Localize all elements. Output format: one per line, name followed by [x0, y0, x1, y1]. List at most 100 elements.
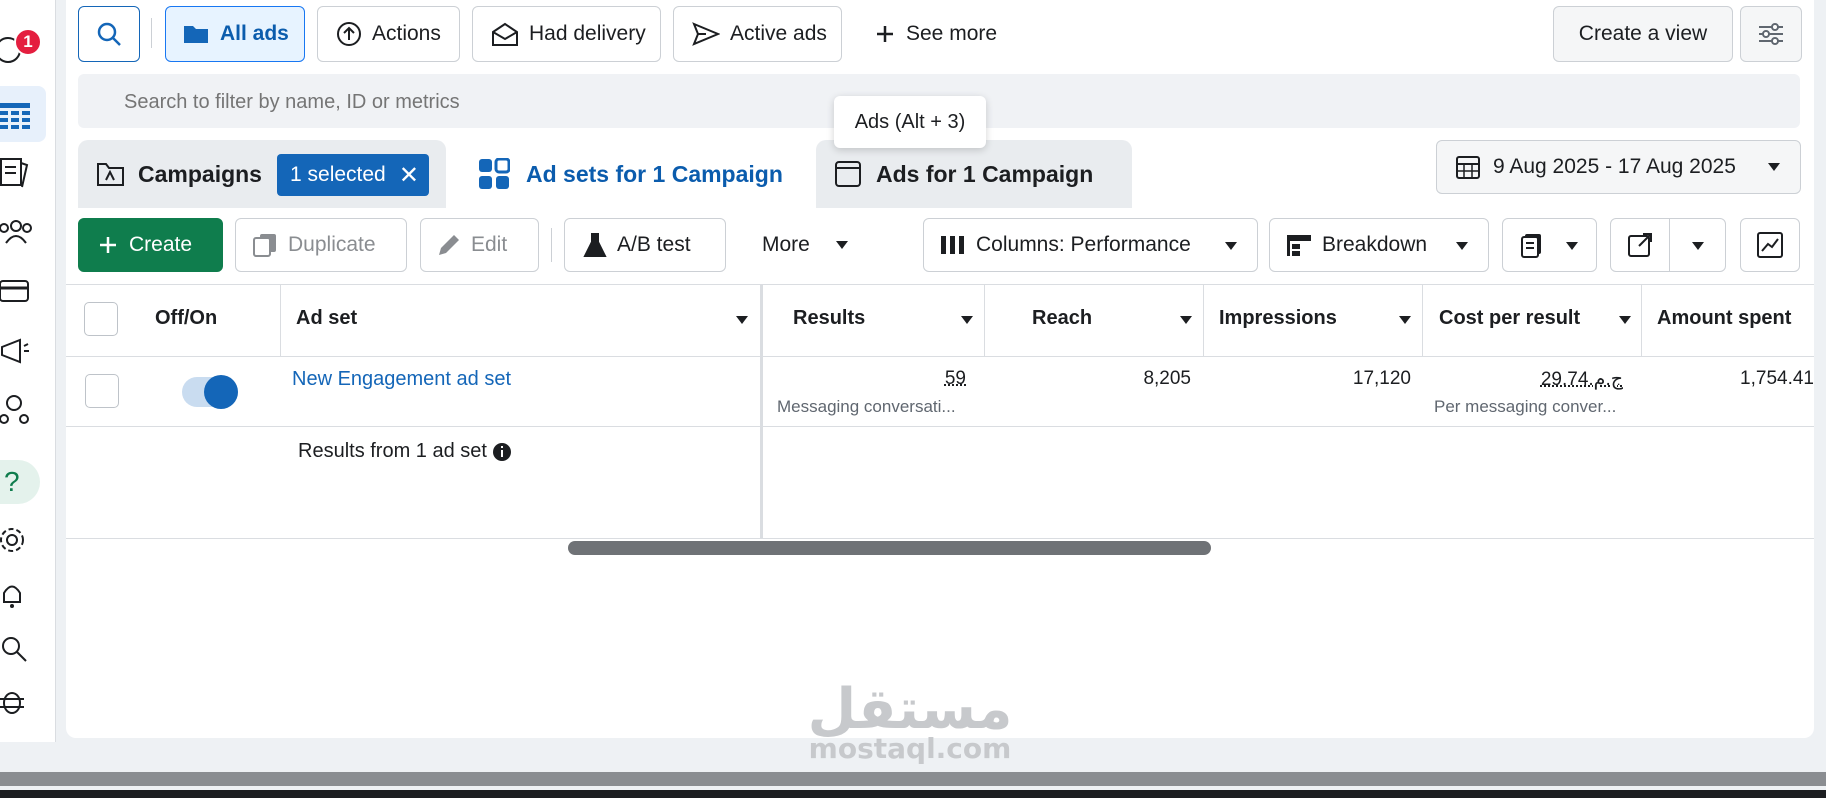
column-divider — [984, 284, 985, 356]
row-checkbox[interactable] — [85, 374, 119, 408]
frozen-column-divider — [760, 284, 763, 538]
export-options-button[interactable] — [1669, 218, 1726, 272]
results-value[interactable]: 59 — [880, 368, 966, 390]
date-range-picker[interactable]: 9 Aug 2025 - 17 Aug 2025 — [1436, 140, 1801, 194]
table-top-border — [66, 284, 1814, 285]
horizontal-scrollbar-thumb[interactable] — [568, 541, 1211, 555]
send-icon — [692, 22, 720, 46]
toggle-knob — [204, 375, 238, 409]
row-divider — [66, 426, 1814, 427]
reach-value: 8,205 — [1143, 368, 1191, 389]
header-off-on[interactable]: Off/On — [155, 290, 217, 346]
column-divider — [280, 284, 281, 356]
reports-icon — [1521, 234, 1541, 258]
chevron-down-icon — [1566, 242, 1578, 250]
audiences-icon[interactable] — [0, 212, 46, 252]
campaign-folder-icon — [97, 163, 124, 186]
summary-divider — [66, 538, 1814, 539]
header-cost-per-result[interactable]: Cost per result — [1439, 290, 1631, 346]
filter-actions[interactable]: Actions — [317, 6, 460, 62]
filter-settings-button[interactable] — [1740, 6, 1802, 62]
impressions-value: 17,120 — [1352, 368, 1411, 389]
settings-gear-icon[interactable] — [0, 520, 46, 560]
selected-count-chip[interactable]: 1 selected ✕ — [277, 154, 429, 196]
charts-button[interactable] — [1740, 218, 1800, 272]
ads-manager-table-icon[interactable] — [0, 86, 46, 142]
plus-icon — [877, 26, 893, 42]
header-reach[interactable]: Reach — [1032, 290, 1192, 346]
header-amount-spent[interactable]: Amount spent — [1657, 290, 1791, 346]
results-subtitle: Messaging conversati... — [777, 397, 956, 416]
notification-badge: 1 — [14, 28, 42, 56]
column-divider — [1422, 284, 1423, 356]
events-manager-icon[interactable] — [0, 390, 46, 430]
tab-ad-sets[interactable]: Ad sets for 1 Campaign — [460, 138, 822, 210]
sort-caret-icon — [1399, 316, 1411, 324]
open-envelope-icon — [492, 22, 518, 46]
filter-had-delivery[interactable]: Had delivery — [472, 6, 661, 62]
pages-icon[interactable] — [0, 152, 46, 192]
report-bug-icon[interactable] — [0, 682, 46, 722]
duplicate-button[interactable]: Duplicate — [235, 218, 407, 272]
search-toggle-button[interactable] — [78, 6, 140, 62]
header-results[interactable]: Results — [793, 290, 973, 346]
header-divider — [66, 356, 1814, 357]
header-impressions[interactable]: Impressions — [1219, 290, 1411, 346]
create-button[interactable]: Create — [78, 218, 223, 272]
grid-squares-icon — [479, 158, 510, 189]
tab-campaigns[interactable]: Campaigns 1 selected ✕ — [78, 140, 446, 208]
column-divider — [1203, 284, 1204, 356]
billing-card-icon[interactable] — [0, 272, 46, 312]
notifications-bell-icon[interactable] — [0, 575, 46, 615]
export-button[interactable] — [1610, 218, 1670, 272]
trend-chart-icon — [1757, 232, 1783, 258]
reports-dropdown[interactable] — [1502, 218, 1597, 272]
tooltip: Ads (Alt + 3) — [834, 96, 986, 148]
calendar-icon — [1456, 156, 1480, 179]
ad-page-icon — [835, 161, 861, 187]
edit-button[interactable]: Edit — [420, 218, 539, 272]
info-icon[interactable] — [492, 442, 511, 461]
chevron-down-icon — [1456, 242, 1468, 250]
search-icon[interactable] — [0, 630, 46, 670]
tab-ads[interactable]: Ads for 1 Campaign — [816, 140, 1132, 208]
help-icon[interactable]: ? — [0, 460, 40, 504]
header-ad-set[interactable]: Ad set — [296, 290, 748, 346]
columns-dropdown[interactable]: Columns: Performance — [923, 218, 1258, 272]
sort-caret-icon — [961, 316, 973, 324]
more-button[interactable]: More — [740, 218, 870, 272]
create-view-button[interactable]: Create a view — [1553, 6, 1733, 62]
chevron-down-icon — [1225, 242, 1237, 250]
filter-all-ads[interactable]: All ads — [165, 6, 305, 62]
clear-selection-close-icon[interactable]: ✕ — [399, 161, 419, 190]
ad-set-name-link[interactable]: New Engagement ad set — [292, 368, 511, 391]
flask-icon — [583, 233, 607, 257]
left-navigation-rail: 1 ? — [0, 0, 56, 742]
see-more-button[interactable]: See more — [862, 6, 1012, 62]
columns-icon — [941, 236, 964, 254]
breakdown-dropdown[interactable]: Breakdown — [1269, 218, 1489, 272]
delivery-toggle[interactable] — [182, 375, 238, 409]
window-scrollbar — [0, 772, 1826, 786]
pencil-icon — [439, 235, 459, 255]
cost-per-result-value[interactable]: ج.م.29.74 — [1470, 368, 1623, 391]
chevron-down-icon — [1692, 242, 1704, 250]
breakdown-icon — [1287, 235, 1311, 256]
search-icon — [97, 22, 121, 46]
ab-test-button[interactable]: A/B test — [564, 218, 726, 272]
sort-caret-icon — [1180, 316, 1192, 324]
duplicate-icon — [253, 234, 276, 257]
chevron-down-icon — [836, 241, 848, 249]
megaphone-icon[interactable] — [0, 332, 46, 372]
sort-caret-icon — [1619, 316, 1631, 324]
taskbar-edge — [0, 790, 1826, 798]
circle-arrow-up-icon — [337, 22, 361, 46]
summary-row: Results from 1 ad set — [298, 440, 511, 463]
divider — [151, 18, 152, 48]
select-all-checkbox[interactable] — [84, 302, 118, 336]
sort-caret-icon — [736, 316, 748, 324]
plus-icon — [100, 237, 116, 253]
sliders-icon — [1759, 23, 1783, 45]
filter-active-ads[interactable]: Active ads — [673, 6, 842, 62]
folder-icon — [184, 26, 208, 43]
